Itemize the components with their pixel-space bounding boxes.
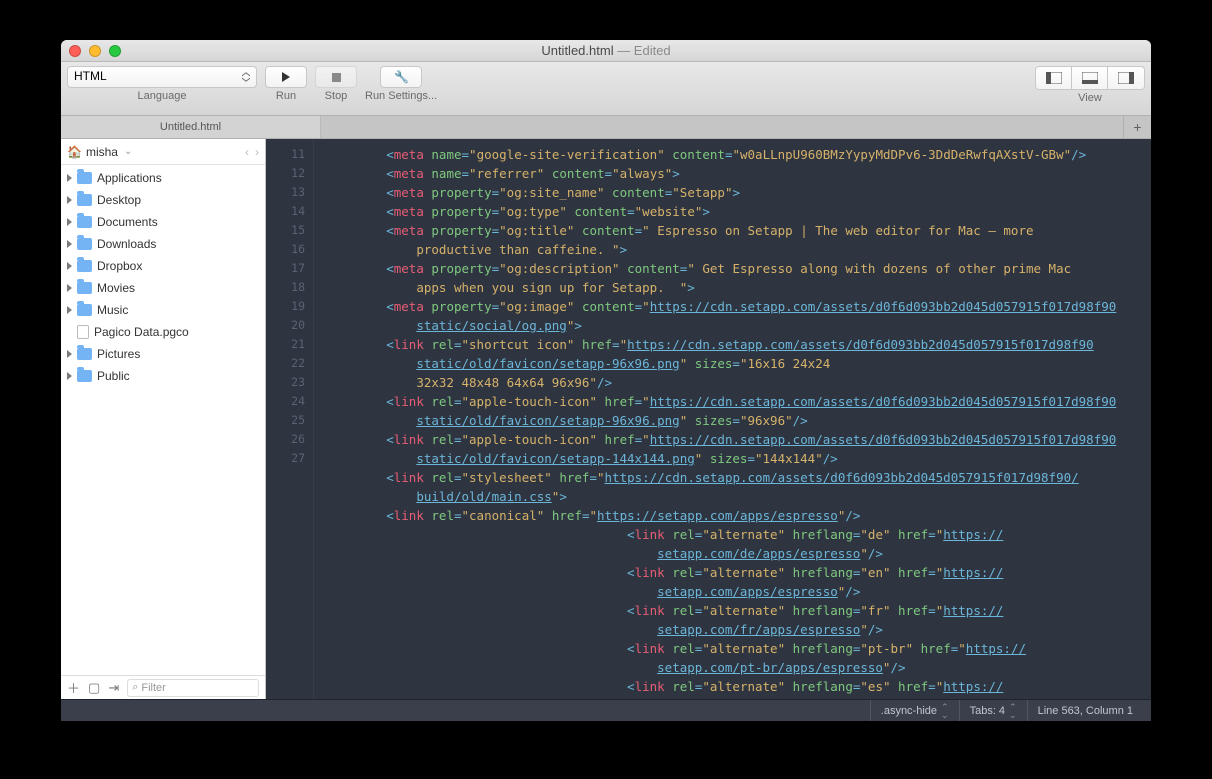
view-label: View bbox=[1078, 92, 1102, 104]
view-right-button[interactable] bbox=[1108, 67, 1144, 89]
add-icon[interactable]: ＋ bbox=[67, 678, 80, 697]
wrench-icon: 🔧 bbox=[394, 70, 408, 84]
home-icon: 🏠 bbox=[67, 145, 82, 159]
status-indent[interactable]: Tabs: 4⌃⌄ bbox=[959, 700, 1027, 721]
sidebar-bottom: ＋ ▢ ⇥ ⌕ Filter bbox=[61, 675, 265, 699]
tree-item[interactable]: Public bbox=[61, 365, 265, 387]
tree-item[interactable]: Documents bbox=[61, 211, 265, 233]
tree-item-label: Pictures bbox=[97, 347, 140, 361]
disclosure-icon[interactable] bbox=[67, 372, 72, 380]
tree-item[interactable]: Music bbox=[61, 299, 265, 321]
tree-item[interactable]: Pagico Data.pgco bbox=[61, 321, 265, 343]
tree-item[interactable]: Applications bbox=[61, 167, 265, 189]
view-bottom-button[interactable] bbox=[1072, 67, 1108, 89]
file-tab[interactable]: Untitled.html bbox=[61, 116, 321, 138]
code-area[interactable]: <meta name="google-site-verification" co… bbox=[314, 139, 1151, 699]
filter-input[interactable]: ⌕ Filter bbox=[127, 679, 259, 697]
folder-icon bbox=[77, 304, 92, 316]
tree-item[interactable]: Desktop bbox=[61, 189, 265, 211]
tree-item-label: Public bbox=[97, 369, 130, 383]
tree-item[interactable]: Pictures bbox=[61, 343, 265, 365]
run-settings-button[interactable]: 🔧 bbox=[380, 66, 422, 88]
stop-icon bbox=[332, 73, 341, 82]
tree-item-label: Movies bbox=[97, 281, 135, 295]
file-icon bbox=[77, 325, 89, 339]
folder-icon bbox=[77, 348, 92, 360]
path-user: misha bbox=[86, 145, 118, 159]
code-editor[interactable]: 1112131415161718192021222324252627 <meta… bbox=[266, 139, 1151, 699]
stop-label: Stop bbox=[325, 90, 348, 102]
toolbar: HTML Language Run Stop 🔧 Run Settings...… bbox=[61, 62, 1151, 116]
run-label: Run bbox=[276, 90, 296, 102]
tab-spacer: + bbox=[321, 115, 1151, 138]
folder-icon bbox=[77, 194, 92, 206]
language-label: Language bbox=[138, 90, 187, 102]
file-tree[interactable]: Applications Desktop Documents Downloads Dro… bbox=[61, 165, 265, 675]
new-tab-button[interactable]: + bbox=[1123, 116, 1151, 138]
status-position: Line 563, Column 1 bbox=[1027, 700, 1143, 721]
line-gutter: 1112131415161718192021222324252627 bbox=[266, 139, 314, 699]
nav-back-icon[interactable]: ‹ bbox=[245, 145, 249, 159]
view-left-button[interactable] bbox=[1036, 67, 1072, 89]
nav-forward-icon[interactable]: › bbox=[255, 145, 259, 159]
editor-window: Untitled.html — Edited HTML Language Run… bbox=[61, 40, 1151, 721]
play-icon bbox=[282, 72, 290, 82]
tree-item-label: Documents bbox=[97, 215, 158, 229]
tree-item-label: Dropbox bbox=[97, 259, 142, 273]
disclosure-icon[interactable] bbox=[67, 174, 72, 182]
search-icon: ⌕ bbox=[132, 681, 138, 694]
folder-icon bbox=[77, 172, 92, 184]
disclosure-icon[interactable] bbox=[67, 284, 72, 292]
tree-item-label: Music bbox=[97, 303, 128, 317]
run-button[interactable] bbox=[265, 66, 307, 88]
titlebar[interactable]: Untitled.html — Edited bbox=[61, 40, 1151, 62]
tree-item-label: Applications bbox=[97, 171, 162, 185]
open-external-icon[interactable]: ⇥ bbox=[108, 680, 119, 696]
status-class[interactable]: .async-hide⌃⌄ bbox=[870, 700, 959, 721]
window-title: Untitled.html — Edited bbox=[61, 43, 1151, 58]
tree-item[interactable]: Dropbox bbox=[61, 255, 265, 277]
disclosure-icon[interactable] bbox=[67, 262, 72, 270]
chevron-down-icon: ⌄ bbox=[124, 146, 132, 157]
path-nav: ‹ › bbox=[245, 145, 259, 159]
tree-item-label: Pagico Data.pgco bbox=[94, 325, 189, 339]
tree-item[interactable]: Movies bbox=[61, 277, 265, 299]
run-settings-label: Run Settings... bbox=[365, 90, 437, 102]
path-bar[interactable]: 🏠 misha ⌄ ‹ › bbox=[61, 139, 265, 165]
view-segmented bbox=[1035, 66, 1145, 90]
folder-icon bbox=[77, 260, 92, 272]
disclosure-icon[interactable] bbox=[67, 196, 72, 204]
folder-icon bbox=[77, 238, 92, 250]
new-folder-icon[interactable]: ▢ bbox=[88, 680, 100, 696]
tree-item-label: Downloads bbox=[97, 237, 156, 251]
tree-item[interactable]: Downloads bbox=[61, 233, 265, 255]
file-browser-sidebar: 🏠 misha ⌄ ‹ › Applications Desktop Documen… bbox=[61, 139, 266, 699]
disclosure-icon[interactable] bbox=[67, 218, 72, 226]
status-bar: .async-hide⌃⌄ Tabs: 4⌃⌄ Line 563, Column… bbox=[61, 699, 1151, 721]
stop-button[interactable] bbox=[315, 66, 357, 88]
disclosure-icon[interactable] bbox=[67, 306, 72, 314]
folder-icon bbox=[77, 370, 92, 382]
tab-bar: Untitled.html + bbox=[61, 116, 1151, 139]
language-select[interactable]: HTML bbox=[67, 66, 257, 88]
disclosure-icon[interactable] bbox=[67, 240, 72, 248]
disclosure-icon[interactable] bbox=[67, 350, 72, 358]
tree-item-label: Desktop bbox=[97, 193, 141, 207]
folder-icon bbox=[77, 216, 92, 228]
folder-icon bbox=[77, 282, 92, 294]
